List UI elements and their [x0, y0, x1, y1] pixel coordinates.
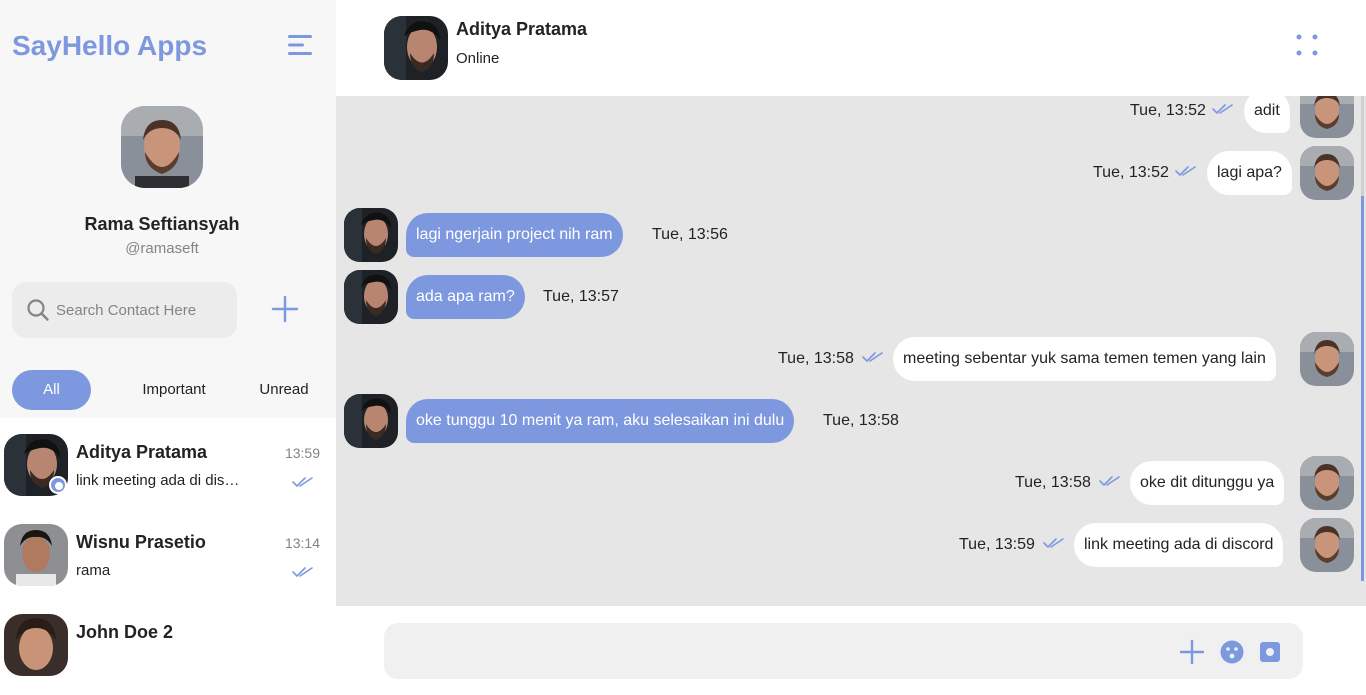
tab-all[interactable]: All	[12, 370, 91, 410]
double-check-icon	[1212, 104, 1233, 114]
sender-avatar	[1300, 146, 1354, 200]
double-check-icon	[1099, 476, 1120, 486]
chat-partner-status: Online	[456, 50, 500, 67]
sender-avatar	[344, 270, 398, 324]
chat-partner-name: Aditya Pratama	[456, 19, 588, 39]
online-indicator	[49, 476, 67, 494]
contact-avatar	[4, 614, 68, 676]
double-check-icon	[292, 567, 313, 577]
message-bubble: link meeting ada di discord	[1074, 523, 1284, 567]
message-time: Tue, 13:58	[1015, 474, 1091, 491]
contact-avatar	[4, 524, 68, 586]
sender-avatar	[344, 394, 398, 448]
message-bubble: ada apa ram?	[406, 275, 525, 319]
tab-unread[interactable]: Unread	[252, 370, 316, 410]
composer	[336, 606, 1366, 695]
contact-item-john[interactable]: John Doe 2	[0, 598, 336, 688]
plus-icon[interactable]	[1179, 639, 1205, 665]
contact-preview: rama	[76, 562, 111, 579]
message-time: Tue, 13:58	[778, 350, 854, 367]
message-outgoing: Tue, 13:59 link meeting ada di discord	[336, 518, 1366, 572]
add-contact-icon[interactable]	[268, 292, 302, 326]
message-time: Tue, 13:58	[823, 412, 899, 429]
contact-time: 13:14	[284, 535, 320, 551]
contact-name: John Doe 2	[76, 622, 174, 642]
message-outgoing: Tue, 13:52 lagi apa?	[336, 146, 1366, 200]
contact-name: Wisnu Prasetio	[76, 532, 206, 552]
chat-app: SayHello Apps Rama Seftiansyah @ramaseft	[0, 0, 1366, 695]
message-incoming: lagi ngerjain project nih ram Tue, 13:56	[336, 208, 1366, 262]
sender-avatar	[344, 208, 398, 262]
app-brand: SayHello Apps	[12, 30, 208, 61]
double-check-icon	[1175, 166, 1196, 176]
sender-avatar	[1300, 96, 1354, 138]
message-bubble: meeting sebentar yuk sama temen temen ya…	[893, 337, 1276, 381]
contact-name: Aditya Pratama	[76, 442, 208, 462]
profile-handle: @ramaseft	[125, 240, 199, 257]
sender-avatar	[1300, 332, 1354, 386]
message-time: Tue, 13:52	[1093, 164, 1169, 181]
message-bubble: oke dit ditunggu ya	[1130, 461, 1285, 505]
sender-avatar	[1300, 456, 1354, 510]
contact-item-wisnu[interactable]: Wisnu Prasetio 13:14 rama	[0, 508, 336, 598]
message-time: Tue, 13:52	[1130, 102, 1206, 119]
contact-preview: link meeting ada di discord	[76, 472, 246, 489]
message-outgoing: Tue, 13:58 meeting sebentar yuk sama tem…	[336, 332, 1366, 386]
grid-dots-icon[interactable]	[1296, 34, 1318, 56]
profile-avatar[interactable]	[121, 106, 203, 188]
message-incoming: ada apa ram? Tue, 13:57	[336, 270, 1366, 324]
tab-important[interactable]: Important	[128, 370, 220, 410]
message-bubble: lagi apa?	[1207, 151, 1292, 195]
message-incoming: oke tunggu 10 menit ya ram, aku selesaik…	[336, 394, 1366, 448]
double-check-icon	[862, 352, 883, 362]
message-outgoing: Tue, 13:52 adit	[336, 96, 1366, 138]
message-bubble: lagi ngerjain project nih ram	[406, 213, 623, 257]
message-bubble: oke tunggu 10 menit ya ram, aku selesaik…	[406, 399, 795, 443]
camera-icon[interactable]	[1257, 639, 1283, 665]
contact-time: 13:59	[284, 445, 320, 461]
contact-list: Aditya Pratama 13:59 link meeting ada di…	[0, 418, 336, 695]
message-time: Tue, 13:59	[959, 536, 1035, 553]
double-check-icon	[292, 477, 313, 487]
message-time: Tue, 13:57	[543, 288, 619, 305]
message-scrollbar[interactable]	[1361, 96, 1364, 581]
sidebar: SayHello Apps Rama Seftiansyah @ramaseft	[0, 0, 336, 695]
message-bubble: adit	[1244, 96, 1290, 133]
emoji-icon[interactable]	[1219, 639, 1245, 665]
hamburger-menu-icon[interactable]	[288, 34, 314, 56]
chat-partner-avatar[interactable]	[384, 16, 448, 80]
profile-name: Rama Seftiansyah	[84, 214, 240, 234]
chat-header: Aditya Pratama Online	[336, 0, 1366, 96]
search-input[interactable]	[56, 282, 231, 338]
search-box	[12, 282, 237, 338]
sender-avatar	[1300, 518, 1354, 572]
message-area[interactable]: Tue, 13:52 adit Tue, 13:52 lagi apa? lag…	[336, 96, 1366, 606]
composer-box	[384, 623, 1303, 679]
search-icon	[27, 299, 49, 321]
message-time: Tue, 13:56	[652, 226, 728, 243]
contact-item-aditya[interactable]: Aditya Pratama 13:59 link meeting ada di…	[0, 418, 336, 508]
double-check-icon	[1043, 538, 1064, 548]
message-input[interactable]	[402, 623, 1162, 679]
message-outgoing: Tue, 13:58 oke dit ditunggu ya	[336, 456, 1366, 510]
filter-tabs: All Important Unread	[12, 370, 324, 410]
